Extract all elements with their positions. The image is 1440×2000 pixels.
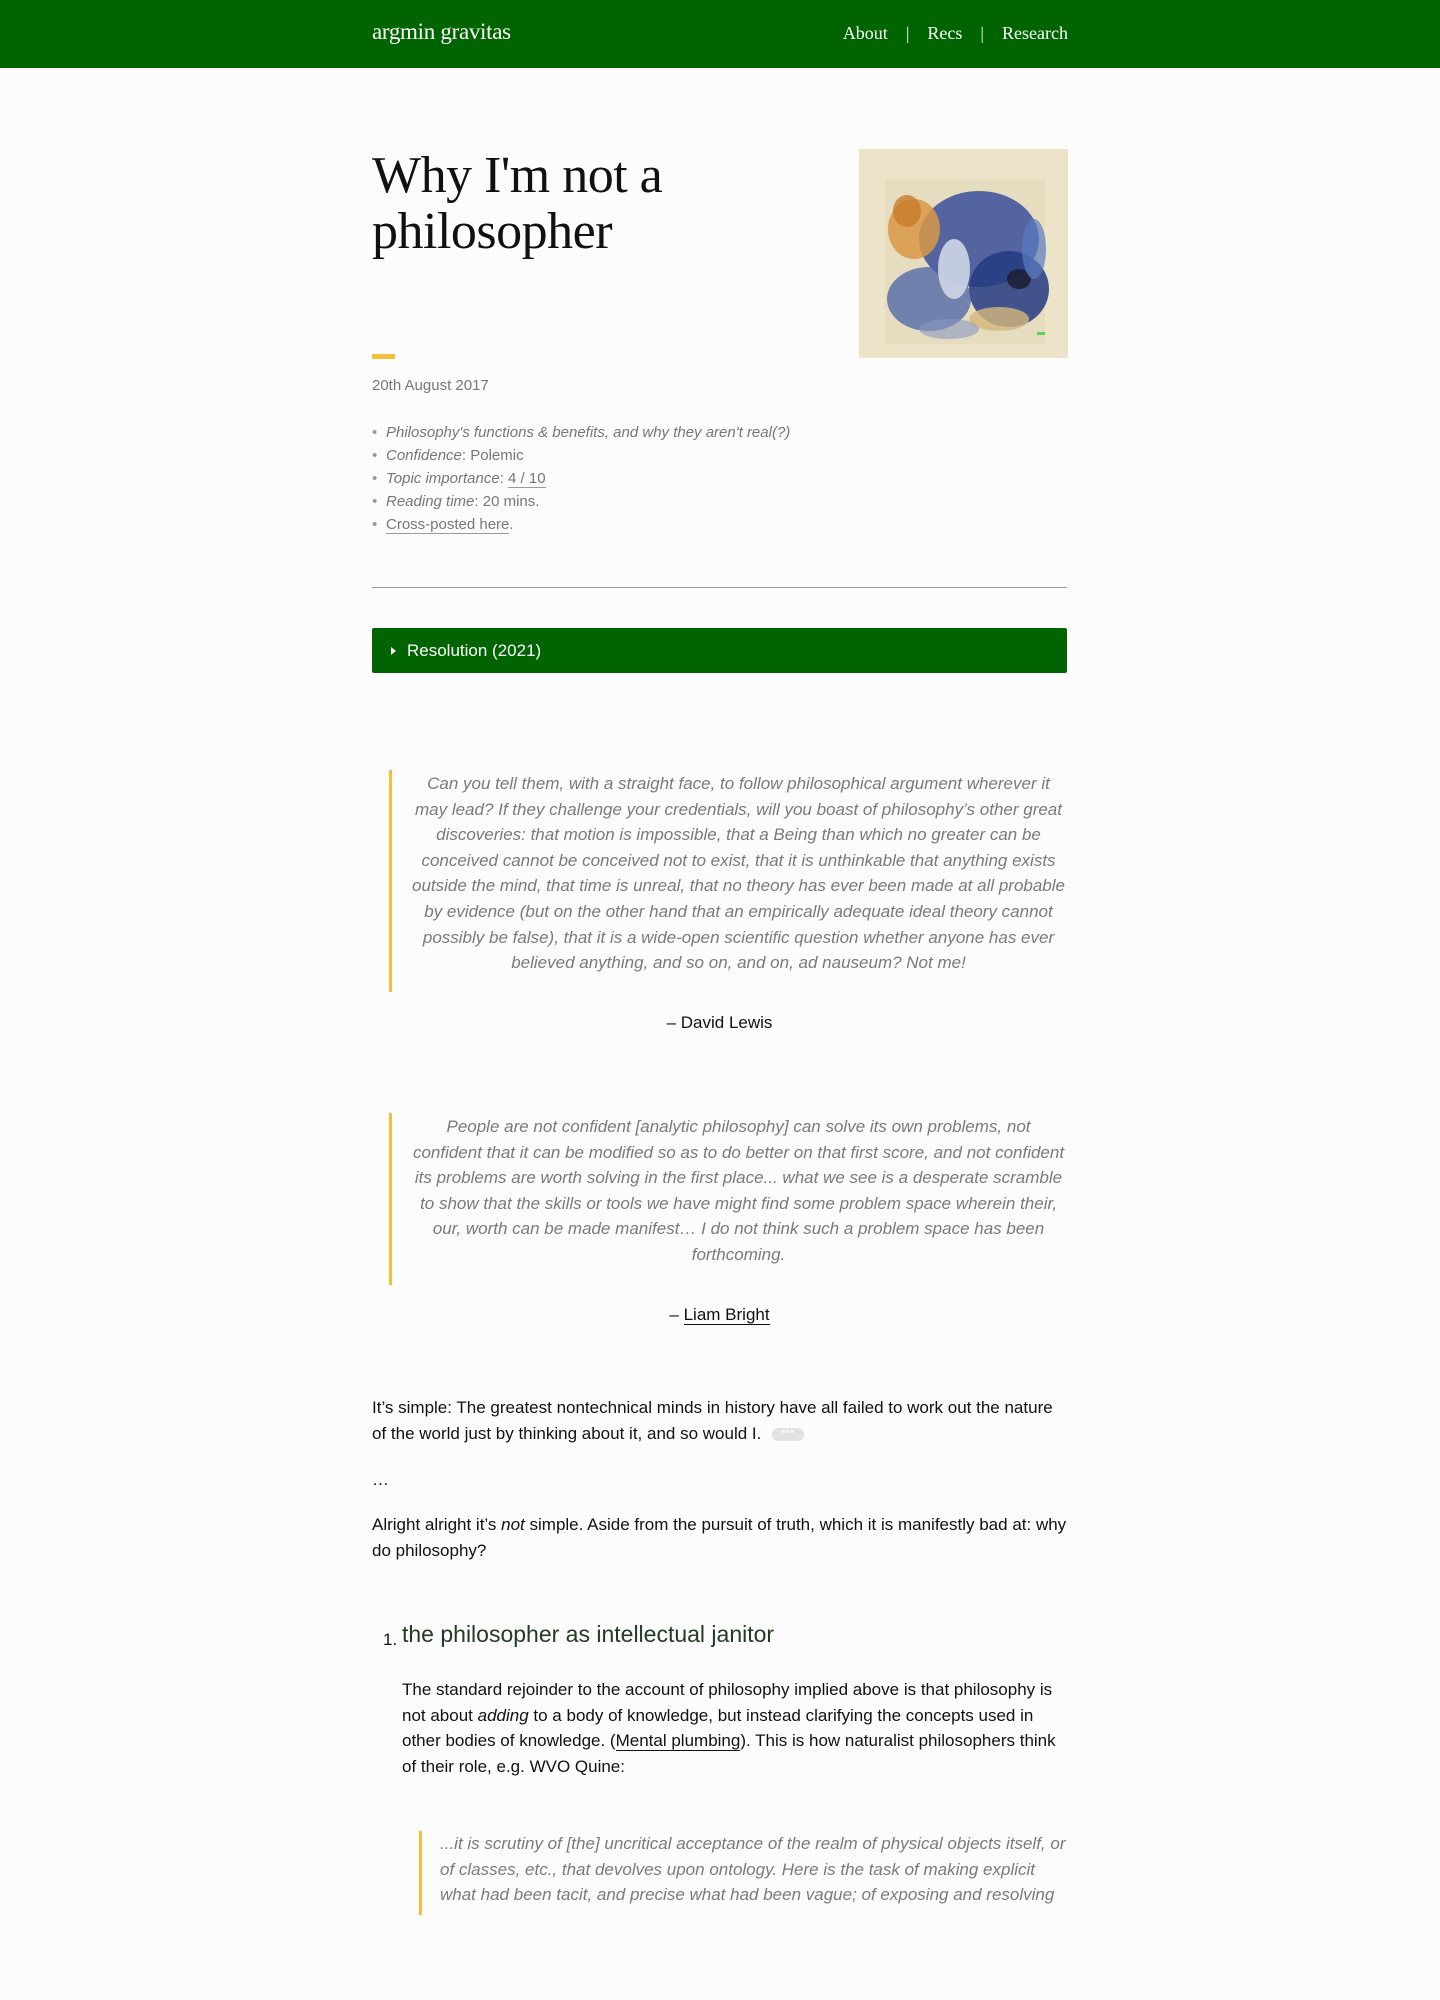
nav-separator: | [980, 23, 985, 43]
page-title: Why I'm not a philosopher [372, 147, 663, 260]
resolution-label: Resolution (2021) [407, 640, 542, 660]
divider [372, 587, 1067, 588]
top-nav: About | Recs | Research [843, 23, 1068, 44]
meta-summary: Philosophy's functions & benefits, and w… [372, 421, 790, 444]
title-accent-bar [372, 354, 395, 359]
nav-research[interactable]: Research [1002, 23, 1068, 44]
disclosure-triangle-icon [391, 646, 396, 655]
post-date: 20th August 2017 [372, 377, 489, 394]
more-dots-button[interactable]: ••• [772, 1427, 805, 1441]
meta-importance: Topic importance: 4 / 10 [372, 467, 790, 490]
nav-recs[interactable]: Recs [927, 23, 962, 44]
meta-reading-time: Reading time: 20 mins. [372, 490, 790, 513]
resolution-toggle[interactable]: Resolution (2021) [372, 628, 1067, 673]
mental-plumbing-link[interactable]: Mental plumbing [615, 1731, 741, 1752]
body-paragraph: It’s simple: The greatest nontechnical m… [372, 1398, 1053, 1443]
watercolor-painting-image [859, 149, 1068, 358]
site-brand[interactable]: argmin gravitas [372, 19, 511, 45]
ellipsis-paragraph: … [372, 1470, 389, 1489]
nav-separator: | [905, 23, 910, 43]
body-paragraph: The standard rejoinder to the account of… [402, 1680, 1056, 1776]
quote-attribution: – David Lewis [666, 1013, 773, 1032]
quote-attribution: – Liam Bright [669, 1305, 770, 1325]
quote-bright: People are not confident [analytic philo… [389, 1113, 1067, 1285]
site-header: argmin gravitas About | Recs | Research [0, 0, 1440, 68]
meta-crosspost: Cross-posted here. [372, 513, 790, 536]
importance-link[interactable]: 4 / 10 [508, 470, 546, 488]
crosspost-link[interactable]: Cross-posted here [386, 516, 510, 534]
section-number: 1. [383, 1630, 398, 1649]
quote-quine: ...it is scrutiny of [the] uncritical ac… [419, 1831, 1067, 1915]
post-metadata: Philosophy's functions & benefits, and w… [372, 421, 790, 536]
liam-bright-link[interactable]: Liam Bright [683, 1305, 770, 1325]
meta-confidence: Confidence: Polemic [372, 444, 790, 467]
nav-about[interactable]: About [843, 23, 888, 44]
section-heading: the philosopher as intellectual janitor [402, 1621, 775, 1647]
hero-image [859, 149, 1068, 358]
body-paragraph: Alright alright it’s not simple. Aside f… [372, 1515, 1067, 1560]
quote-lewis: Can you tell them, with a straight face,… [389, 770, 1067, 992]
